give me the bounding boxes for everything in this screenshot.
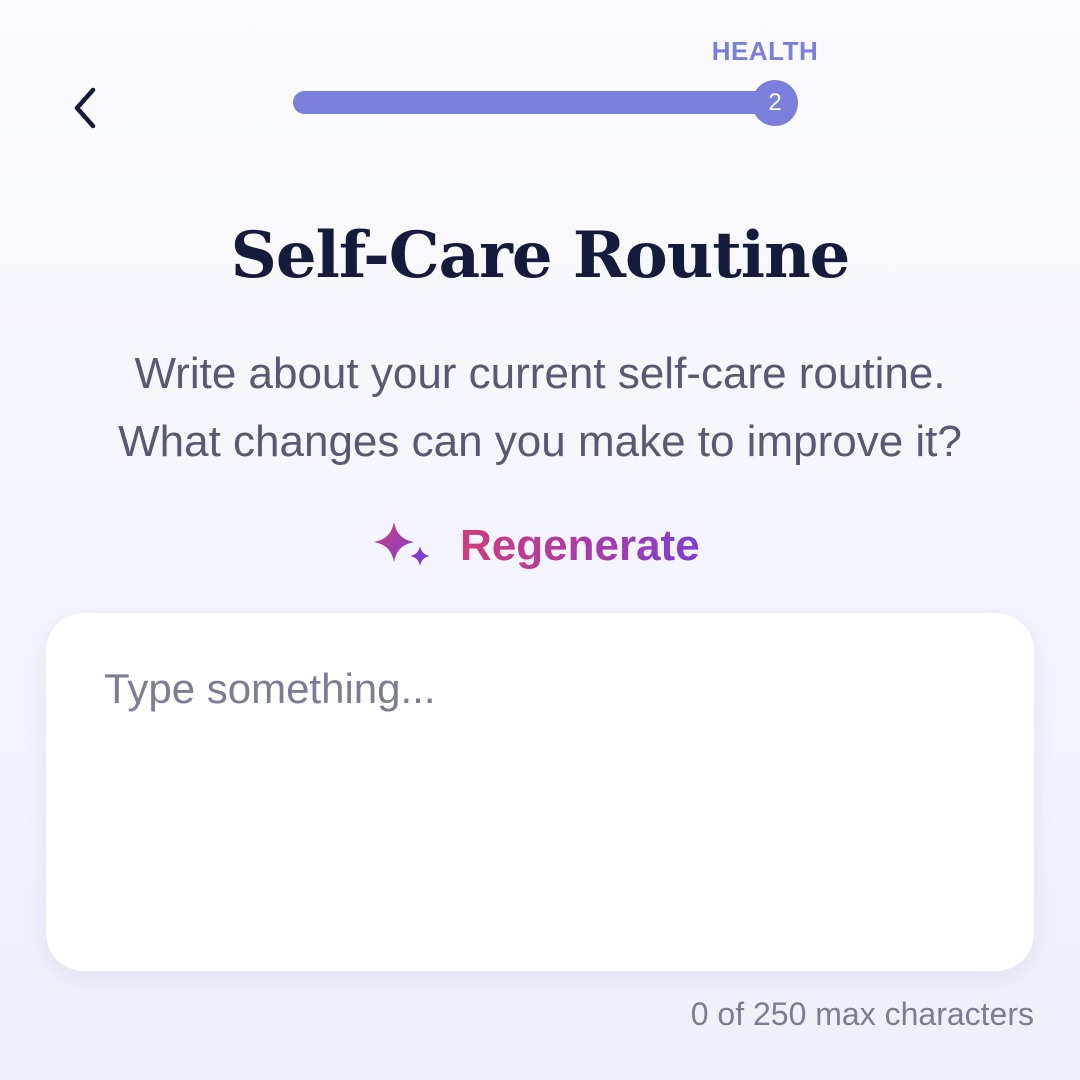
prompt-text: Write about your current self-care routi… bbox=[40, 340, 1040, 476]
sparkles-icon bbox=[374, 522, 430, 566]
page-title: Self-Care Routine bbox=[230, 218, 851, 293]
progress-step-badge: 2 bbox=[752, 80, 798, 126]
response-text-input[interactable] bbox=[104, 661, 974, 921]
response-card bbox=[46, 613, 1034, 971]
regenerate-button[interactable]: Regenerate bbox=[368, 514, 700, 578]
progress-bar bbox=[293, 91, 789, 114]
progress-category-label: HEALTH bbox=[711, 36, 819, 66]
progress-bar-fill bbox=[293, 91, 789, 114]
character-counter: 0 of 250 max characters bbox=[690, 996, 1034, 1032]
prompt-line: Write about your current self-care routi… bbox=[134, 349, 946, 398]
chevron-left-icon bbox=[74, 87, 96, 129]
regenerate-label: Regenerate bbox=[460, 521, 700, 570]
prompt-line: What changes can you make to improve it? bbox=[118, 417, 962, 466]
back-button[interactable] bbox=[56, 78, 112, 138]
